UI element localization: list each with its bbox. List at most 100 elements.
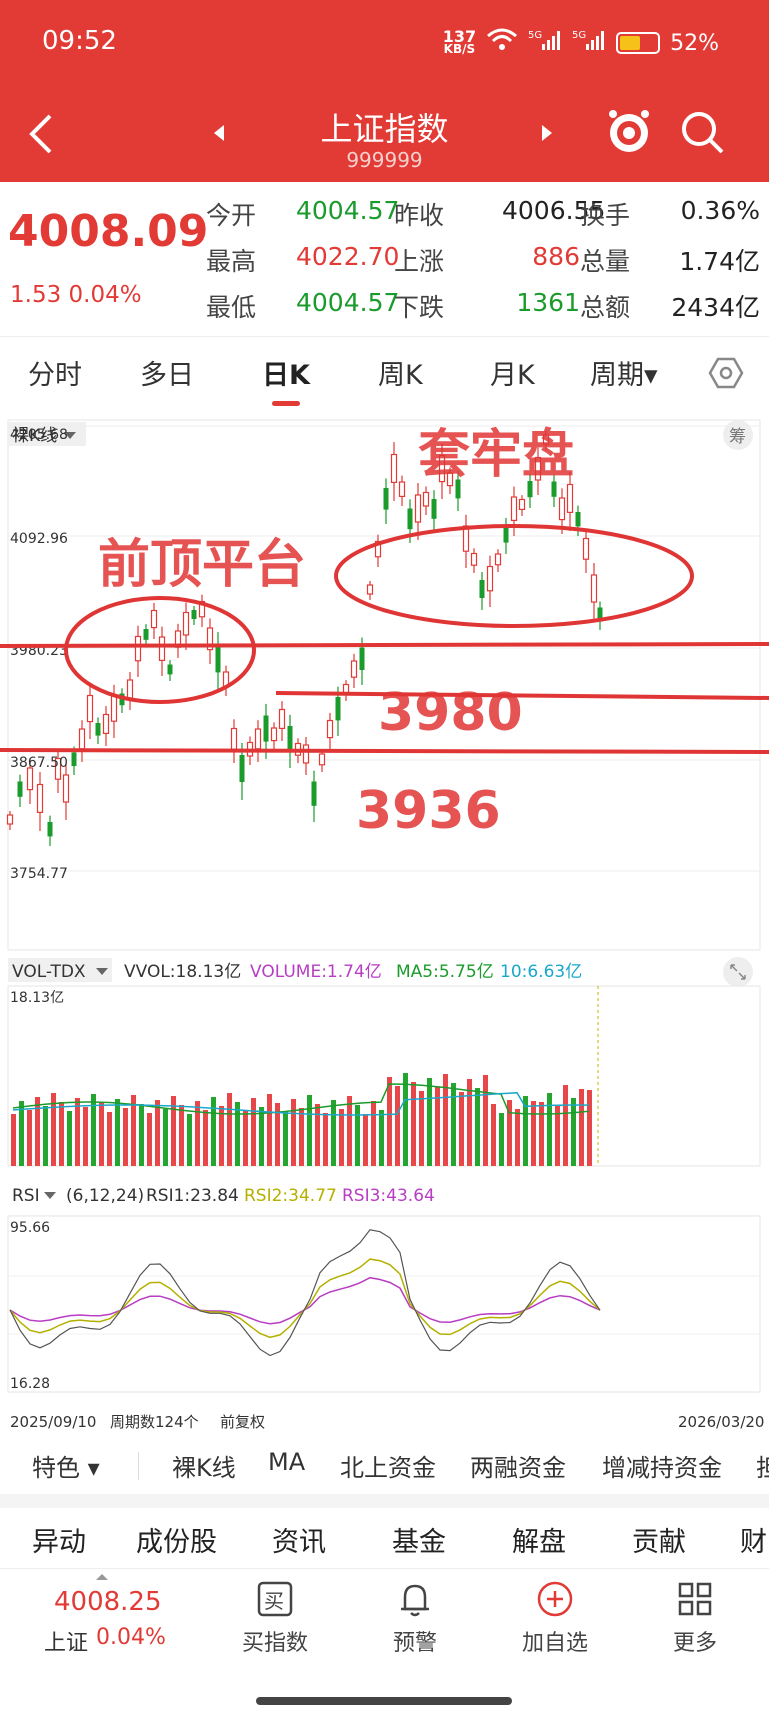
add-watchlist-button[interactable]: 加自选 (500, 1579, 610, 1657)
tab-fenshi[interactable]: 分时 (28, 353, 82, 392)
alert-button[interactable]: 预警 (360, 1579, 470, 1657)
volume-bar (259, 1107, 264, 1166)
trap-annotation: 套牢盘 (418, 425, 574, 485)
volume-bar (67, 1111, 72, 1166)
quote-value: 1361 (516, 288, 580, 317)
alert-label: 预警 (392, 1631, 437, 1656)
quote-value: 4004.57 (296, 196, 400, 225)
hexagon-settings-icon (708, 357, 744, 389)
volume-bar (107, 1112, 112, 1166)
kline-panel: 裸K线 筹 4205.684092.963980.233867.503754.7… (0, 419, 769, 951)
tab-monthly-k[interactable]: 月K (490, 353, 535, 392)
mascot-button[interactable] (606, 106, 652, 160)
volume-bar (227, 1093, 232, 1166)
candle-body (335, 697, 341, 721)
bottom-dock: 4008.25 上证 0.04% 买 买指数 预警 加自选 更多 (0, 1568, 769, 1718)
candle-body (470, 552, 478, 566)
candle-body (422, 491, 430, 507)
toolbar-margin[interactable]: 两融资金 (470, 1448, 566, 1483)
next-stock-button[interactable] (540, 124, 554, 146)
quote-value: 2434亿 (671, 293, 760, 322)
toolbar-more[interactable]: 担 (756, 1448, 769, 1483)
candle-body (17, 781, 23, 797)
tab-alerts[interactable]: 异动 (32, 1520, 86, 1559)
ma10-value: 10:6.63亿 (500, 962, 582, 982)
candle-body (167, 664, 173, 675)
wifi-icon (486, 28, 518, 58)
chips-badge: 筹 (729, 427, 746, 447)
volume-bar (307, 1095, 312, 1166)
expand-button[interactable] (723, 957, 753, 987)
rsi2-value: RSI2:34.77 (244, 1186, 337, 1206)
buy-index-button[interactable]: 买 买指数 (220, 1579, 330, 1657)
toolbar-holdings-change[interactable]: 增减持资金 (602, 1448, 722, 1483)
candle-body (494, 553, 502, 566)
candle-body (558, 497, 566, 521)
signal-5g-icon: 5G (528, 28, 562, 58)
tab-constituents[interactable]: 成份股 (136, 1520, 217, 1559)
candle-body (518, 498, 526, 510)
dock-index-change: 0.04% (96, 1625, 166, 1650)
candle-body (431, 499, 437, 519)
index-mini-quote[interactable]: 4008.25 上证 0.04% (0, 1569, 200, 1669)
volume-bar (483, 1075, 488, 1166)
quote-label: 上涨 (394, 247, 445, 276)
volume-bar (379, 1110, 384, 1166)
toolbar-northbound[interactable]: 北上资金 (340, 1448, 436, 1483)
candle-body (582, 537, 590, 560)
volume-bar (547, 1093, 552, 1166)
rsi-panel: RSI (6,12,24) RSI1:23.84 RSI2:34.77 RSI3… (7, 1182, 764, 1431)
candle-body (414, 494, 422, 523)
mascot-icon (609, 110, 649, 152)
volume-bar (267, 1094, 272, 1166)
home-indicator (256, 1697, 512, 1705)
volume-bar (59, 1102, 64, 1166)
volume-bar (211, 1097, 216, 1166)
top-platform-annotation: 前顶平台 (98, 535, 306, 595)
info-tabs: 异动 成份股 资讯 基金 解盘 贡献 财 (0, 1508, 769, 1568)
quote-label: 总额 (580, 293, 631, 322)
dock-index-name: 上证 (44, 1631, 89, 1656)
volume-bar (395, 1086, 400, 1166)
quote-label: 换手 (580, 201, 631, 230)
triangle-up-icon (96, 1574, 108, 1580)
settings-button[interactable] (708, 355, 744, 395)
tab-funds[interactable]: 基金 (392, 1520, 446, 1559)
tab-news[interactable]: 资讯 (272, 1520, 326, 1559)
section-divider (0, 1494, 769, 1508)
quote-label: 最低 (206, 293, 257, 322)
signal-5g-icon: 5G (572, 28, 606, 58)
volume-bar (123, 1108, 128, 1166)
volume-bar (163, 1109, 168, 1166)
toolbar-kline[interactable]: 裸K线 (172, 1448, 236, 1483)
tab-finance[interactable]: 财 (740, 1520, 767, 1559)
volume-bar (419, 1091, 424, 1166)
search-button[interactable] (680, 110, 726, 160)
period-count: 周期数124个 (110, 1413, 199, 1431)
tab-multi-day[interactable]: 多日 (140, 353, 194, 392)
tab-weekly-k[interactable]: 周K (378, 353, 423, 392)
price-change: 1.53 0.04% (10, 282, 142, 308)
feature-dropdown[interactable]: 特色 ▾ (32, 1448, 100, 1483)
status-time: 09:52 (42, 26, 117, 56)
candle-body (78, 728, 86, 750)
rsi1-value: RSI1:23.84 (146, 1186, 239, 1206)
end-date: 2026/03/20 (678, 1413, 764, 1431)
tab-daily-k[interactable]: 日K (262, 353, 310, 392)
candle-body (239, 755, 245, 782)
tab-period-dropdown[interactable]: 周期▾ (590, 353, 658, 392)
toolbar-ma[interactable]: MA (268, 1448, 305, 1476)
candle-body (510, 496, 518, 521)
candle-body (575, 512, 581, 527)
tab-contribution[interactable]: 贡献 (632, 1520, 686, 1559)
quote-value: 1.74亿 (679, 247, 760, 276)
stock-code: 999999 (346, 148, 423, 172)
volume-bar (283, 1112, 288, 1166)
tab-analysis[interactable]: 解盘 (512, 1520, 566, 1559)
more-button[interactable]: 更多 (640, 1579, 750, 1657)
candle-body (191, 610, 197, 619)
add-watchlist-label: 加自选 (521, 1631, 588, 1656)
volume-bar (187, 1114, 192, 1166)
volume-bar (499, 1113, 504, 1166)
volume-bar (243, 1111, 248, 1166)
